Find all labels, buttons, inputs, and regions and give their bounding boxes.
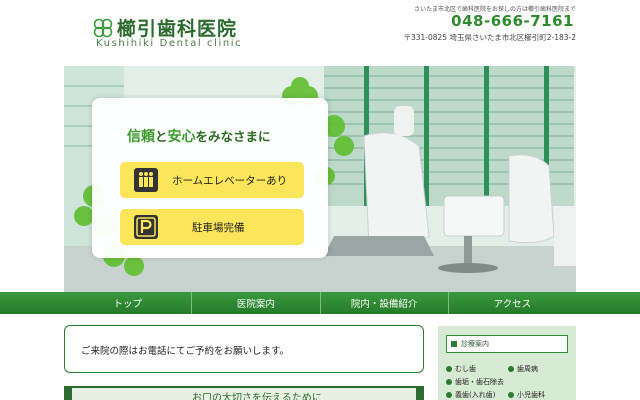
nav-item-facilities[interactable]: 院内・設備紹介: [321, 292, 449, 314]
sidebar-item-cavity[interactable]: むし歯: [446, 364, 476, 374]
bullet-icon: [446, 366, 452, 372]
square-bullet-icon: [451, 341, 457, 347]
heading-trust: 信頼: [127, 129, 155, 145]
clinic-name: 櫛引歯科医院: [117, 18, 238, 40]
section-banner: お口の大切さを伝えるために: [64, 386, 424, 400]
section-heading: お口の大切さを伝えるために: [192, 393, 322, 400]
main-nav: トップ 医院案内 院内・設備紹介 アクセス: [64, 292, 576, 314]
heading-peace: 安心: [167, 129, 196, 145]
reservation-notice: ご来院の際はお電話にてご予約をお願いします。: [64, 325, 424, 373]
clinic-logo[interactable]: 櫛引歯科医院: [92, 14, 237, 41]
clover-logo-icon: [93, 18, 113, 37]
parking-icon: [134, 215, 158, 239]
clinic-name-en: Kushihiki Dental clinic: [96, 38, 243, 49]
site-header: 櫛引歯科医院 Kushihiki Dental clinic さいたま市北区で歯…: [0, 0, 640, 66]
bullet-icon: [508, 366, 514, 372]
phone-number[interactable]: 048-666-7161: [451, 12, 574, 30]
nav-item-access[interactable]: アクセス: [449, 292, 576, 314]
notice-text: ご来院の際はお電話にてご予約をお願いします。: [81, 346, 290, 357]
hero-message-panel: 信頼と安心をみなさまに ホームエレベーターあり 駐車場完備: [92, 98, 328, 258]
hero-heading: 信頼と安心をみなさまに: [127, 126, 271, 146]
sidebar-item-label: 義歯(入れ歯): [455, 391, 496, 399]
nav-item-top[interactable]: トップ: [64, 292, 193, 314]
clinic-address: 〒331-0825 埼玉県さいたま市北区櫛引町2-183-2: [403, 33, 576, 42]
sidebar-item-label: 歯周病: [517, 365, 538, 373]
sidebar-item-label: 歯垢・歯石除去: [455, 378, 504, 386]
feature-elevator: ホームエレベーターあり: [120, 162, 304, 198]
sidebar-item-label: 小児歯科: [517, 391, 545, 399]
sidebar-item-label: むし歯: [455, 365, 476, 373]
sidebar-title: 診療案内: [446, 335, 568, 353]
heading-rest: をみなさまに: [195, 129, 271, 144]
feature-parking: 駐車場完備: [120, 209, 304, 245]
sidebar: 診療案内 むし歯 歯周病 歯垢・歯石除去 義歯(入れ歯) 小児歯科: [438, 326, 576, 400]
nav-edge-left: [0, 292, 64, 314]
bullet-icon: [446, 392, 452, 398]
nav-item-clinic-info[interactable]: 医院案内: [192, 292, 321, 314]
sidebar-item-pediatric[interactable]: 小児歯科: [508, 390, 545, 400]
elevator-icon: [134, 168, 158, 192]
sidebar-item-dentures[interactable]: 義歯(入れ歯): [446, 390, 495, 400]
nav-edge-right: [576, 292, 640, 314]
heading-and: と: [155, 129, 168, 144]
bullet-icon: [508, 392, 514, 398]
sidebar-title-label: 診療案内: [461, 340, 489, 348]
feature-elevator-label: ホームエレベーターあり: [172, 174, 288, 187]
feature-parking-label: 駐車場完備: [192, 221, 245, 234]
sidebar-item-scaling[interactable]: 歯垢・歯石除去: [446, 377, 504, 387]
sidebar-item-periodontal[interactable]: 歯周病: [508, 364, 538, 374]
bullet-icon: [446, 379, 452, 385]
